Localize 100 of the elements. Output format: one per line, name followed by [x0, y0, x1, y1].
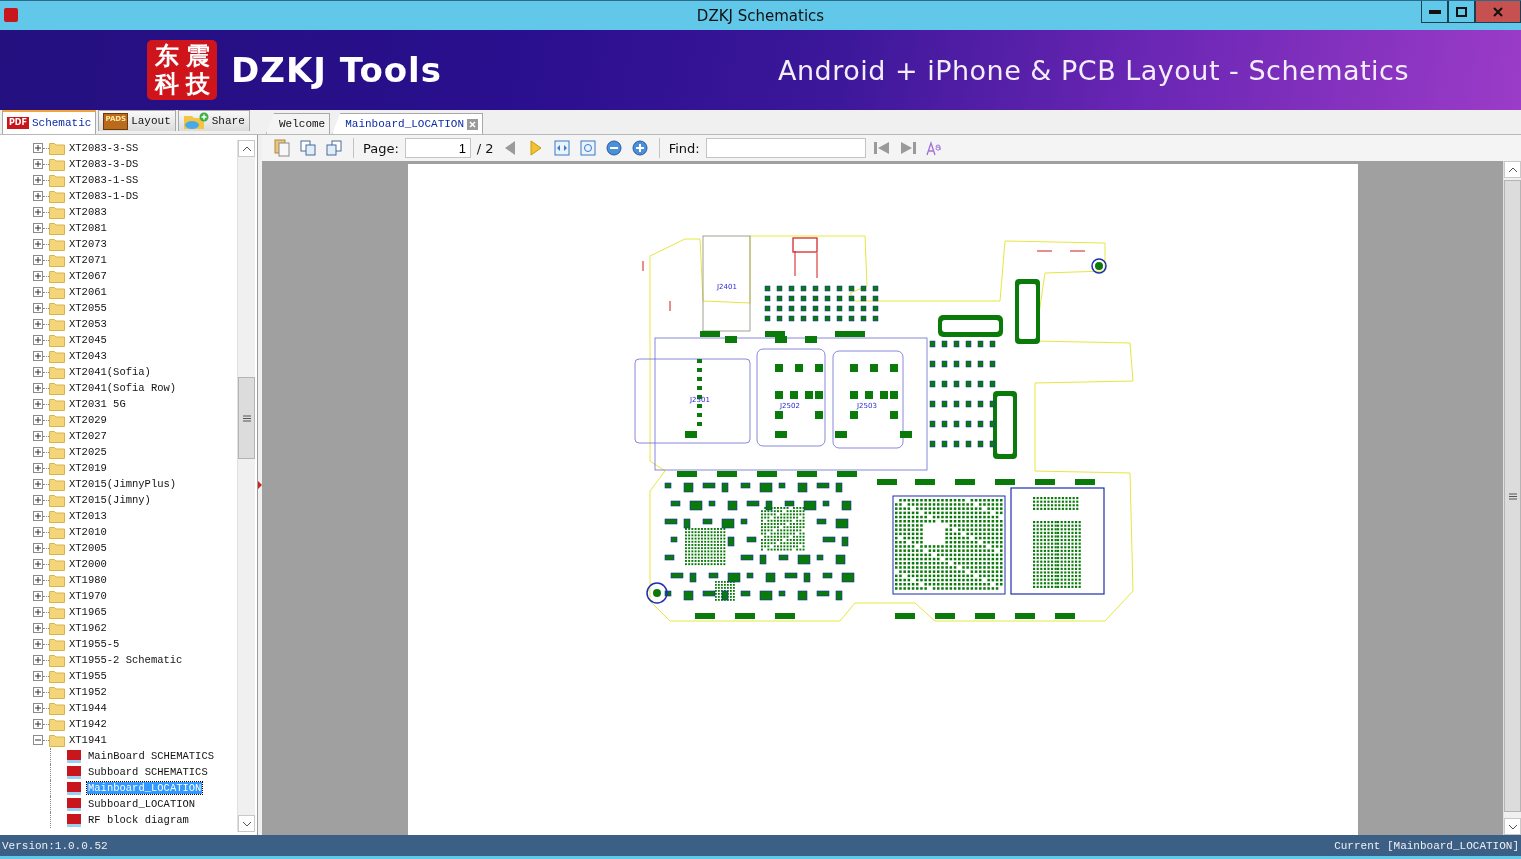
tree-item[interactable]: XT2015(Jimny)	[68, 494, 152, 506]
fit-width-icon[interactable]	[551, 138, 572, 158]
tree-item[interactable]: XT2010	[68, 526, 108, 538]
tree-item[interactable]: Subboard_LOCATION	[87, 798, 197, 810]
tree-item[interactable]: XT2081	[68, 222, 108, 234]
tree-item[interactable]: XT2067	[68, 270, 108, 282]
expand-toggle[interactable]	[33, 735, 43, 745]
collapse-arrow-icon[interactable]	[258, 481, 262, 489]
fit-page-icon[interactable]	[577, 138, 598, 158]
tree-item[interactable]: XT2053	[68, 318, 108, 330]
expand-toggle[interactable]	[33, 703, 43, 713]
tree-item[interactable]: XT2025	[68, 446, 108, 458]
expand-toggle[interactable]	[33, 719, 43, 729]
tree-item[interactable]: XT2061	[68, 286, 108, 298]
panel-tab[interactable]: Share	[177, 110, 250, 131]
tree-item[interactable]: XT2019	[68, 462, 108, 474]
tree-item[interactable]: XT1970	[68, 590, 108, 602]
tree-item[interactable]: XT2000	[68, 558, 108, 570]
expand-toggle[interactable]	[33, 159, 43, 169]
expand-toggle[interactable]	[33, 671, 43, 681]
tree-item[interactable]: XT2083	[68, 206, 108, 218]
expand-toggle[interactable]	[33, 431, 43, 441]
tree-item[interactable]: XT1941	[68, 734, 108, 746]
scrollbar-thumb[interactable]	[238, 377, 255, 459]
tree-item[interactable]: XT1955-2 Schematic	[68, 654, 184, 666]
tree-item[interactable]: XT2071	[68, 254, 108, 266]
panel-tab[interactable]: PDF Schematic	[2, 110, 97, 134]
expand-toggle[interactable]	[33, 271, 43, 281]
maximize-button[interactable]	[1448, 1, 1475, 23]
expand-toggle[interactable]	[33, 303, 43, 313]
tree-item[interactable]: XT2083-1-DS	[68, 190, 140, 202]
expand-toggle[interactable]	[33, 639, 43, 649]
expand-toggle[interactable]	[33, 559, 43, 569]
expand-toggle[interactable]	[33, 479, 43, 489]
expand-toggle[interactable]	[33, 367, 43, 377]
tree-item[interactable]: XT2083-1-SS	[68, 174, 140, 186]
expand-toggle[interactable]	[33, 607, 43, 617]
expand-toggle[interactable]	[33, 255, 43, 265]
tree-item[interactable]: XT2015(JimnyPlus)	[68, 478, 178, 490]
scroll-down-button[interactable]	[1504, 818, 1521, 835]
tree-item[interactable]: XT1965	[68, 606, 108, 618]
tree-item[interactable]: XT1980	[68, 574, 108, 586]
expand-toggle[interactable]	[33, 175, 43, 185]
tree-item[interactable]: MainBoard SCHEMATICS	[87, 750, 216, 762]
expand-toggle[interactable]	[33, 383, 43, 393]
expand-toggle[interactable]	[33, 287, 43, 297]
zoom-in-icon[interactable]	[629, 138, 650, 158]
tree-item[interactable]: XT2029	[68, 414, 108, 426]
expand-toggle[interactable]	[33, 207, 43, 217]
tree-item[interactable]: RF block diagram	[87, 814, 190, 826]
minimize-button[interactable]	[1421, 1, 1448, 23]
tree-item[interactable]: XT1955-5	[68, 638, 121, 650]
tree-item[interactable]: XT1944	[68, 702, 108, 714]
close-button[interactable]	[1475, 1, 1521, 23]
tree-item[interactable]: XT2005	[68, 542, 108, 554]
tree-item[interactable]: XT2043	[68, 350, 108, 362]
scrollbar-thumb[interactable]	[1504, 180, 1521, 812]
tree-item[interactable]: XT2083-3-SS	[68, 142, 140, 154]
tree-item[interactable]: XT1952	[68, 686, 108, 698]
page-number-field[interactable]: 1	[404, 138, 471, 158]
expand-toggle[interactable]	[33, 495, 43, 505]
expand-toggle[interactable]	[33, 239, 43, 249]
expand-toggle[interactable]	[33, 623, 43, 633]
expand-toggle[interactable]	[33, 687, 43, 697]
tree-item[interactable]: XT2045	[68, 334, 108, 346]
tree-item[interactable]: XT1962	[68, 622, 108, 634]
expand-toggle[interactable]	[33, 575, 43, 585]
tree-item[interactable]: XT2027	[68, 430, 108, 442]
scroll-up-button[interactable]	[238, 140, 255, 157]
expand-toggle[interactable]	[33, 191, 43, 201]
document-tab[interactable]: Mainboard_LOCATION	[332, 113, 484, 134]
expand-toggle[interactable]	[33, 415, 43, 425]
tree-item[interactable]: XT2083-3-DS	[68, 158, 140, 170]
scroll-down-button[interactable]	[238, 815, 255, 832]
expand-toggle[interactable]	[33, 143, 43, 153]
expand-toggle[interactable]	[33, 319, 43, 329]
scroll-up-button[interactable]	[1504, 161, 1521, 178]
close-icon[interactable]	[467, 118, 479, 130]
tree-item[interactable]: XT2041(Sofia)	[68, 366, 152, 378]
expand-toggle[interactable]	[33, 655, 43, 665]
tree-item[interactable]: XT2055	[68, 302, 108, 314]
expand-toggle[interactable]	[33, 223, 43, 233]
tree-item[interactable]: XT2041(Sofia Row)	[68, 382, 178, 394]
tree-item[interactable]: XT2073	[68, 238, 108, 250]
tree-item[interactable]: XT2031 5G	[68, 398, 127, 410]
expand-toggle[interactable]	[33, 511, 43, 521]
tree-item[interactable]: Subboard SCHEMATICS	[87, 766, 209, 778]
expand-toggle[interactable]	[33, 447, 43, 457]
expand-toggle[interactable]	[33, 335, 43, 345]
expand-toggle[interactable]	[33, 591, 43, 601]
expand-toggle[interactable]	[33, 527, 43, 537]
expand-toggle[interactable]	[33, 543, 43, 553]
tree-item[interactable]: XT1942	[68, 718, 108, 730]
find-field[interactable]	[705, 138, 866, 158]
tree-item[interactable]: XT2013	[68, 510, 108, 522]
document-tab[interactable]: Welcome	[266, 113, 331, 134]
expand-toggle[interactable]	[33, 463, 43, 473]
expand-toggle[interactable]	[33, 399, 43, 409]
tree-item[interactable]: XT1955	[68, 670, 108, 682]
expand-toggle[interactable]	[33, 351, 43, 361]
